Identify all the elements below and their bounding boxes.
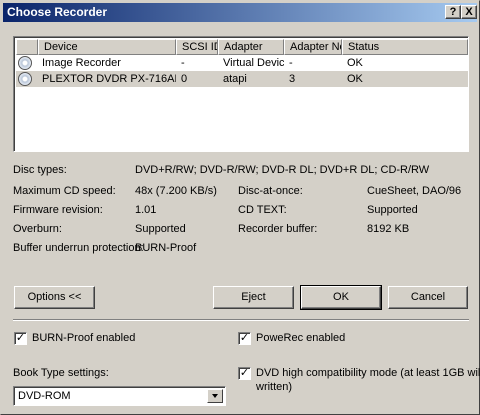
burn-proof-label[interactable]: BURN-Proof enabled — [32, 332, 135, 344]
book-type-value: DVD-ROM — [18, 390, 71, 402]
recorder-row[interactable]: Image Recorder - Virtual Device - OK — [16, 55, 468, 71]
overburn-label: Overburn: — [13, 223, 62, 235]
underrun-protection-label: Buffer underrun protection: — [13, 242, 144, 254]
help-button[interactable]: ? — [445, 5, 461, 19]
device-name: PLEXTOR DVDR PX-716AL — [42, 73, 176, 85]
column-header-scsi-id[interactable]: SCSI ID — [176, 39, 218, 55]
column-header-icon[interactable] — [16, 39, 38, 55]
max-speed-label: Maximum CD speed: — [13, 185, 116, 197]
help-icon: ? — [449, 6, 457, 18]
adapter-no: - — [289, 57, 293, 69]
cd-text-value: Supported — [367, 204, 418, 216]
burn-proof-checkbox[interactable]: ✓ — [14, 332, 27, 345]
adapter: atapi — [223, 73, 247, 85]
dvd-compat-label-line2[interactable]: written) — [256, 381, 292, 393]
recorder-list-header: Device SCSI ID Adapter Adapter No. Statu… — [16, 39, 468, 55]
recorder-buffer-value: 8192 KB — [367, 223, 410, 235]
disc-types-label: Disc types: — [13, 164, 67, 176]
recorder-buffer-label: Recorder buffer: — [238, 223, 318, 235]
window-title: Choose Recorder — [7, 5, 108, 19]
column-header-adapter[interactable]: Adapter — [218, 39, 284, 55]
column-header-adapter-no[interactable]: Adapter No. — [284, 39, 342, 55]
disc-at-once-label: Disc-at-once: — [238, 185, 303, 197]
close-icon: X — [465, 6, 473, 18]
cancel-button[interactable]: Cancel — [388, 286, 468, 309]
scsi-id: 0 — [181, 73, 188, 85]
firmware-value: 1.01 — [135, 204, 157, 216]
disc-at-once-value: CueSheet, DAO/96 — [367, 185, 462, 197]
powerec-label[interactable]: PoweRec enabled — [256, 332, 345, 344]
eject-button[interactable]: Eject — [213, 286, 294, 309]
book-type-select[interactable]: DVD-ROM — [13, 386, 226, 406]
max-speed-value: 48x (7.200 KB/s) — [135, 185, 217, 197]
recorder-list[interactable]: Device SCSI ID Adapter Adapter No. Statu… — [13, 36, 469, 152]
status: OK — [347, 57, 363, 69]
overburn-value: Supported — [135, 223, 186, 235]
column-header-status[interactable]: Status — [342, 39, 468, 55]
underrun-protection-value: BURN-Proof — [135, 242, 197, 254]
recorder-disc-icon — [18, 56, 32, 70]
dvd-compat-checkbox[interactable]: ✓ — [238, 367, 251, 380]
column-header-device[interactable]: Device — [38, 39, 176, 55]
recorder-row-selected[interactable]: PLEXTOR DVDR PX-716AL 0 atapi 3 OK — [16, 71, 468, 87]
adapter: Virtual Device — [223, 57, 284, 69]
recorder-disc-icon — [18, 72, 32, 86]
divider — [13, 319, 469, 321]
chevron-down-icon[interactable] — [207, 389, 223, 403]
cd-text-label: CD TEXT: — [238, 204, 287, 216]
options-button[interactable]: Options << — [14, 286, 95, 309]
disc-types-value: DVD+R/RW; DVD-R/RW; DVD-R DL; DVD+R DL; … — [135, 164, 430, 176]
firmware-label: Firmware revision: — [13, 204, 103, 216]
powerec-checkbox[interactable]: ✓ — [238, 332, 251, 345]
status: OK — [347, 73, 363, 85]
choose-recorder-dialog: Choose Recorder ? X Device SCSI ID Adapt… — [0, 0, 480, 415]
title-bar: Choose Recorder — [3, 3, 477, 22]
close-button[interactable]: X — [461, 5, 477, 19]
scsi-id: - — [181, 57, 185, 69]
ok-button[interactable]: OK — [300, 285, 382, 310]
book-type-label: Book Type settings: — [13, 367, 109, 379]
dvd-compat-label-line1[interactable]: DVD high compatibility mode (at least 1G… — [256, 367, 480, 379]
adapter-no: 3 — [289, 73, 296, 85]
device-name: Image Recorder — [42, 57, 121, 69]
